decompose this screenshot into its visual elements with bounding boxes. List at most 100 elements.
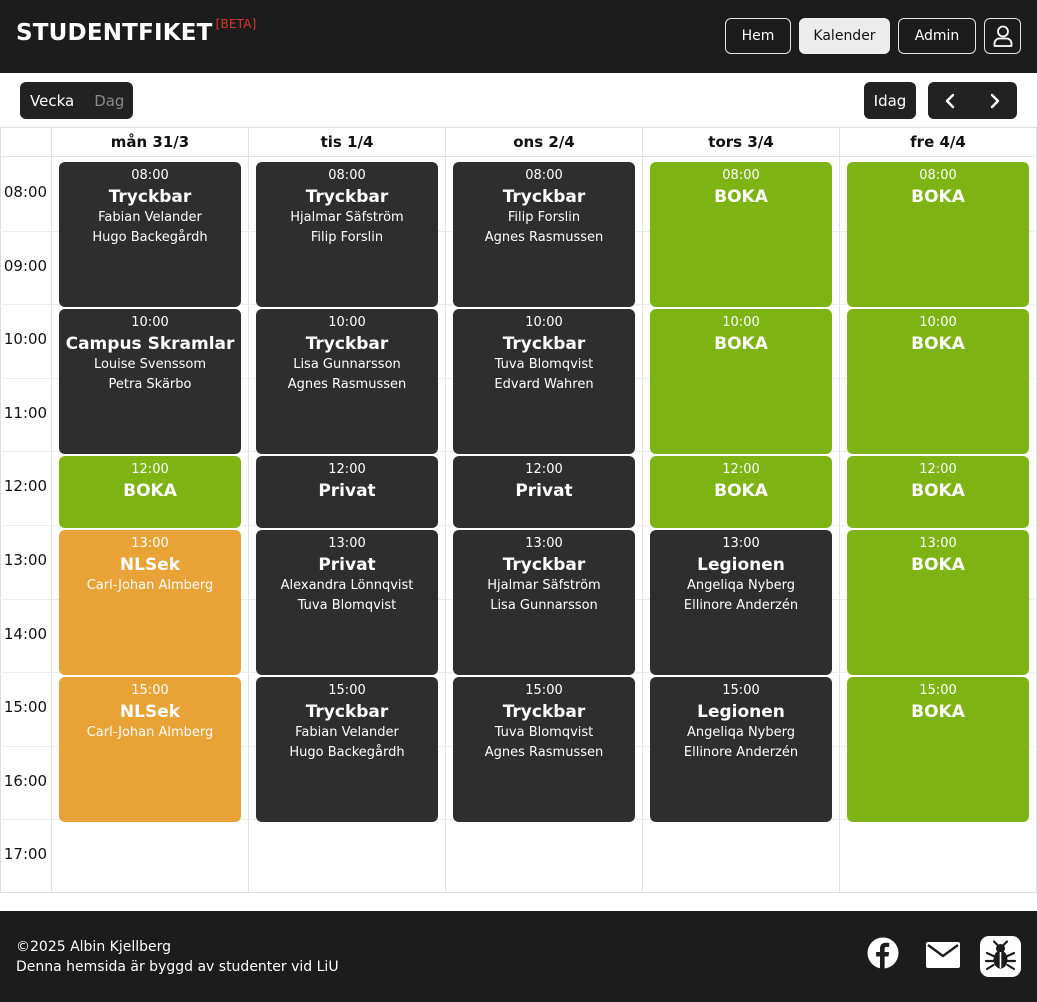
book-slot[interactable]: 12:00 BOKA	[59, 456, 241, 528]
column-divider	[839, 128, 840, 892]
book-slot[interactable]: 15:00 BOKA	[847, 677, 1029, 822]
event-person: Ellinore Anderzén	[683, 598, 799, 613]
event-title: NLSek	[119, 555, 181, 575]
column-divider	[51, 128, 52, 892]
time-label: 14:00	[3, 625, 48, 643]
event-person: Tuva Blomqvist	[297, 598, 397, 613]
nav-admin-button[interactable]: Admin	[898, 18, 976, 54]
booking-event[interactable]: 15:00 Tryckbar Fabian Velander Hugo Backegå…	[256, 677, 438, 822]
event-title: Tryckbar	[305, 187, 389, 207]
day-header: tors 3/4	[708, 133, 774, 151]
booking-event[interactable]: 10:00 Campus Skramlar Louise Svenssom Petra…	[59, 309, 241, 454]
booking-event[interactable]: 15:00 Tryckbar Tuva Blomqvist Agnes Rasmuss…	[453, 677, 635, 822]
book-slot[interactable]: 12:00 BOKA	[847, 456, 1029, 528]
next-week-button[interactable]	[973, 82, 1018, 119]
book-slot[interactable]: 08:00 BOKA	[650, 162, 832, 307]
event-time: 15:00	[722, 683, 760, 698]
booking-event[interactable]: 15:00 NLSek Carl-Johan Almberg	[59, 677, 241, 822]
top-bar: STUDENTFIKET [BETA] Hem Kalender Admin	[0, 0, 1037, 73]
day-header: tis 1/4	[320, 133, 374, 151]
booking-event[interactable]: 10:00 Tryckbar Lisa Gunnarsson Agnes Rasmus…	[256, 309, 438, 454]
time-label: 16:00	[3, 772, 48, 790]
event-time: 10:00	[328, 315, 366, 330]
event-title: Tryckbar	[108, 187, 192, 207]
event-time: 15:00	[525, 683, 563, 698]
event-title: Campus Skramlar	[65, 334, 235, 354]
event-title: NLSek	[119, 702, 181, 722]
event-time: 12:00	[525, 462, 563, 477]
event-title: Tryckbar	[502, 555, 586, 575]
chevron-left-icon	[946, 93, 955, 108]
event-title: BOKA	[714, 481, 768, 501]
time-label: 12:00	[3, 477, 48, 495]
event-title: Legionen	[697, 702, 785, 722]
event-time: 13:00	[131, 536, 169, 551]
time-label: 09:00	[3, 257, 48, 275]
nav-calendar-button[interactable]: Kalender	[799, 18, 890, 54]
event-person: Ellinore Anderzén	[683, 745, 799, 760]
book-slot[interactable]: 10:00 BOKA	[847, 309, 1029, 454]
booking-event[interactable]: 08:00 Tryckbar Fabian Velander Hugo Backegå…	[59, 162, 241, 307]
facebook-icon[interactable]	[867, 937, 899, 973]
event-person: Petra Skärbo	[108, 377, 192, 392]
user-account-button[interactable]	[984, 18, 1021, 54]
book-slot[interactable]: 12:00 BOKA	[650, 456, 832, 528]
footer-text: ©2025 Albin Kjellberg Denna hemsida är b…	[16, 937, 339, 977]
event-title: BOKA	[714, 334, 768, 354]
day-view-tab[interactable]: Dag	[84, 92, 134, 110]
book-slot[interactable]: 10:00 BOKA	[650, 309, 832, 454]
event-time: 13:00	[328, 536, 366, 551]
event-title: Privat	[318, 555, 376, 575]
time-label: 11:00	[3, 404, 48, 422]
event-person: Angeliqa Nyberg	[687, 725, 795, 740]
footer-tagline: Denna hemsida är byggd av studenter vid …	[16, 959, 339, 975]
booking-event[interactable]: 08:00 Tryckbar Hjalmar Säfström Filip Forsl…	[256, 162, 438, 307]
week-view-tab[interactable]: Vecka	[20, 92, 84, 110]
booking-event[interactable]: 13:00 Legionen Angeliqa Nyberg Ellinore And…	[650, 530, 832, 675]
booking-event[interactable]: 12:00 Privat	[256, 456, 438, 528]
event-title: BOKA	[911, 555, 965, 575]
mail-icon[interactable]	[926, 942, 960, 972]
event-title: Tryckbar	[502, 187, 586, 207]
time-label: 15:00	[3, 698, 48, 716]
event-time: 10:00	[131, 315, 169, 330]
event-title: BOKA	[911, 334, 965, 354]
event-person: Tuva Blomqvist	[494, 725, 594, 740]
event-title: Tryckbar	[305, 702, 389, 722]
today-button[interactable]: Idag	[864, 82, 916, 119]
week-navigation	[928, 82, 1017, 119]
event-time: 08:00	[131, 168, 169, 183]
event-time: 08:00	[919, 168, 957, 183]
booking-event[interactable]: 13:00 Tryckbar Hjalmar Säfström Lisa Gunnar…	[453, 530, 635, 675]
user-icon	[993, 25, 1012, 47]
event-title: Tryckbar	[305, 334, 389, 354]
chevron-right-icon	[990, 93, 999, 108]
nav-home-button[interactable]: Hem	[725, 18, 791, 54]
book-slot[interactable]: 13:00 BOKA	[847, 530, 1029, 675]
site-logo[interactable]: STUDENTFIKET [BETA]	[16, 17, 257, 46]
event-person: Hjalmar Säfström	[487, 578, 601, 593]
event-person: Edvard Wahren	[494, 377, 594, 392]
event-person: Tuva Blomqvist	[494, 357, 594, 372]
event-person: Lisa Gunnarsson	[490, 598, 598, 613]
event-person: Agnes Rasmussen	[287, 377, 407, 392]
day-header: mån 31/3	[110, 133, 190, 151]
previous-week-button[interactable]	[928, 82, 973, 119]
event-time: 12:00	[328, 462, 366, 477]
event-time: 10:00	[919, 315, 957, 330]
booking-event[interactable]: 13:00 Privat Alexandra Lönnqvist Tuva Blomq…	[256, 530, 438, 675]
event-person: Agnes Rasmussen	[484, 745, 604, 760]
book-slot[interactable]: 08:00 BOKA	[847, 162, 1029, 307]
column-divider	[445, 128, 446, 892]
booking-event[interactable]: 12:00 Privat	[453, 456, 635, 528]
booking-event[interactable]: 08:00 Tryckbar Filip Forslin Agnes Rasmusse…	[453, 162, 635, 307]
event-person: Hugo Backegårdh	[92, 230, 208, 245]
booking-event[interactable]: 15:00 Legionen Angeliqa Nyberg Ellinore And…	[650, 677, 832, 822]
event-time: 15:00	[919, 683, 957, 698]
column-divider	[248, 128, 249, 892]
view-toggle: Vecka Dag	[20, 82, 133, 119]
booking-event[interactable]: 13:00 NLSek Carl-Johan Almberg	[59, 530, 241, 675]
booking-event[interactable]: 10:00 Tryckbar Tuva Blomqvist Edvard Wahren	[453, 309, 635, 454]
bug-report-icon[interactable]	[980, 936, 1021, 981]
event-title: Tryckbar	[502, 334, 586, 354]
